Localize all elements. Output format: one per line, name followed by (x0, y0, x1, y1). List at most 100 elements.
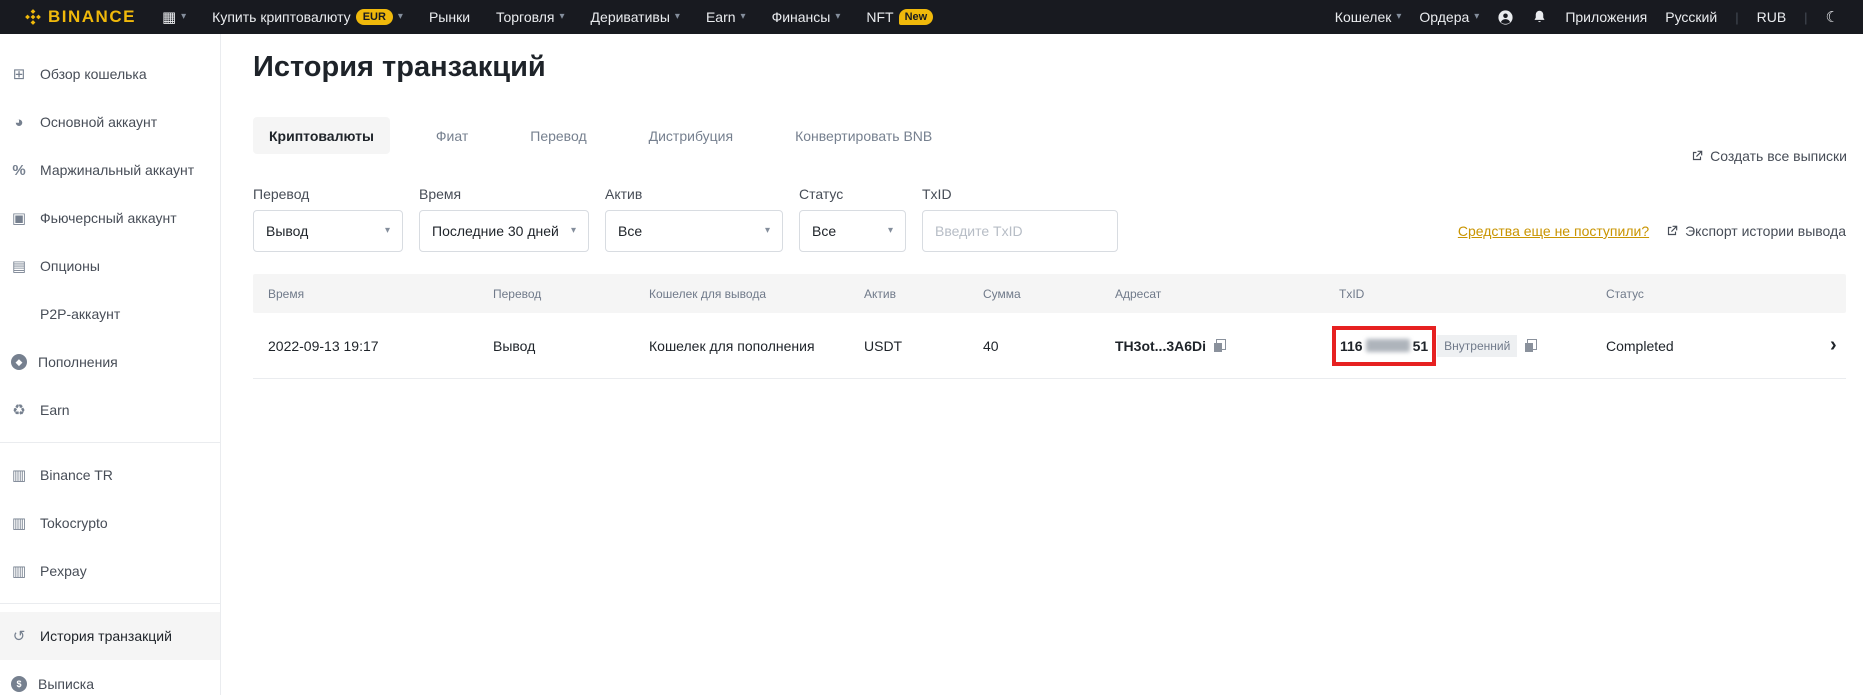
transfer-filter-dropdown[interactable]: Вывод ▾ (253, 210, 403, 252)
row-transfer: Вывод (493, 338, 649, 354)
sidebar-item-label: Binance TR (40, 467, 113, 483)
sidebar-item-deposits[interactable]: ◆ Пополнения (0, 338, 220, 386)
sidebar-divider (0, 603, 220, 604)
sidebar-item-label: Фьючерсный аккаунт (40, 210, 177, 226)
asset-filter-dropdown[interactable]: Все ▾ (605, 210, 783, 252)
card-icon: ▥ (9, 562, 29, 580)
status-filter-label: Статус (799, 186, 906, 202)
export-withdraw-history-link[interactable]: Экспорт истории вывода (1665, 223, 1846, 239)
row-status: Completed (1606, 338, 1824, 354)
sidebar-item-binance-tr[interactable]: ▥ Binance TR (0, 451, 220, 499)
nav-apps[interactable]: Приложения (1565, 9, 1647, 25)
language-selector[interactable]: Русский (1665, 9, 1717, 25)
row-txid-cell: 116 51 Внутренний (1339, 326, 1606, 366)
history-tabs: Криптовалюты Фиат Перевод Дистрибуция Ко… (253, 117, 1846, 154)
sidebar-item-wallet-overview[interactable]: ⊞ Обзор кошелька (0, 50, 220, 98)
sidebar-item-tokocrypto[interactable]: ▥ Tokocrypto (0, 499, 220, 547)
col-header-time: Время (268, 287, 493, 301)
user-profile-icon[interactable] (1497, 9, 1514, 26)
caret-down-icon: ▾ (571, 226, 576, 236)
nav-markets[interactable]: Рынки (429, 9, 470, 25)
col-header-transfer: Перевод (493, 287, 649, 301)
create-all-statements-link[interactable]: Создать все выписки (1690, 148, 1847, 164)
sidebar-item-label: Пополнения (38, 354, 118, 370)
currency-label: RUB (1757, 9, 1787, 25)
row-amount: 40 (983, 338, 1115, 354)
futures-account-icon: ▣ (9, 209, 29, 227)
sidebar-item-earn[interactable]: ♻ Earn (0, 386, 220, 434)
caret-down-icon: ▾ (385, 226, 390, 236)
tab-transfer[interactable]: Перевод (514, 117, 602, 154)
copy-address-icon[interactable] (1214, 339, 1226, 352)
card-icon: ▥ (9, 514, 29, 532)
nav-buy-crypto[interactable]: Купить криптовалюту EUR ▾ (212, 9, 403, 25)
notifications-bell-icon[interactable] (1532, 9, 1547, 25)
row-time: 2022-09-13 19:17 (268, 338, 493, 354)
time-filter-dropdown[interactable]: Последние 30 дней ▾ (419, 210, 589, 252)
nav-markets-label: Рынки (429, 9, 470, 25)
status-filter-dropdown[interactable]: Все ▾ (799, 210, 906, 252)
page-title: История транзакций (253, 48, 1846, 86)
row-address: TH3ot...3A6Di (1115, 338, 1206, 354)
nav-derivatives[interactable]: Деривативы ▾ (591, 9, 680, 25)
main-account-icon: ◕ (9, 114, 29, 131)
nav-orders-menu[interactable]: Ордера ▾ (1419, 9, 1479, 25)
nav-trade[interactable]: Торговля ▾ (496, 9, 565, 25)
txid-start: 116 (1340, 338, 1363, 354)
binance-logo[interactable]: BINANCE (24, 7, 136, 27)
nav-earn[interactable]: Earn ▾ (706, 9, 746, 25)
tab-convert-bnb[interactable]: Конвертировать BNB (779, 117, 948, 154)
sidebar-item-label: Earn (40, 402, 70, 418)
sidebar-item-options[interactable]: ▤ Опционы (0, 242, 220, 290)
nav-wallet-menu[interactable]: Кошелек ▾ (1335, 9, 1402, 25)
time-filter-label: Время (419, 186, 589, 202)
sidebar-item-label: Основной аккаунт (40, 114, 157, 130)
external-link-icon (1690, 149, 1704, 163)
apps-grid-menu[interactable]: ▦ ▾ (162, 10, 186, 25)
sidebar-item-transaction-history[interactable]: ↺ История транзакций (0, 612, 220, 660)
internal-transfer-tag: Внутренний (1437, 335, 1517, 357)
sidebar-item-futures-account[interactable]: ▣ Фьючерсный аккаунт (0, 194, 220, 242)
sidebar-item-p2p-account[interactable]: P2P-аккаунт (0, 290, 220, 338)
tab-distribution[interactable]: Дистрибуция (633, 117, 749, 154)
table-row[interactable]: 2022-09-13 19:17 Вывод Кошелек для попол… (253, 313, 1846, 379)
create-all-statements-label: Создать все выписки (1710, 148, 1847, 164)
binance-logo-text: BINANCE (48, 7, 136, 27)
card-icon: ▥ (9, 466, 29, 484)
nav-nft[interactable]: NFT New (866, 9, 933, 25)
nav-derivatives-label: Деривативы (591, 9, 670, 25)
funds-not-arrived-link[interactable]: Средства еще не поступили? (1458, 223, 1649, 239)
currency-selector[interactable]: RUB (1757, 9, 1787, 25)
copy-txid-icon[interactable] (1525, 339, 1537, 352)
binance-diamond-icon (24, 8, 42, 26)
caret-down-icon: ▾ (741, 12, 746, 22)
history-icon: ↺ (9, 627, 29, 645)
nav-nft-label: NFT (866, 9, 893, 25)
nav-finance[interactable]: Финансы ▾ (772, 9, 841, 25)
sidebar-item-main-account[interactable]: ◕ Основной аккаунт (0, 98, 220, 146)
status-filter-value: Все (812, 223, 836, 239)
sidebar-item-label: Выписка (38, 676, 94, 692)
theme-moon-icon[interactable]: ☾ (1826, 8, 1839, 26)
caret-down-icon: ▾ (675, 12, 680, 22)
col-header-txid: TxID (1339, 287, 1606, 301)
row-details-chevron-icon[interactable]: › (1824, 334, 1846, 357)
txid-input[interactable] (922, 210, 1118, 252)
tab-fiat[interactable]: Фиат (420, 117, 484, 154)
sidebar-item-label: История транзакций (40, 628, 172, 644)
main-content: История транзакций Создать все выписки К… (221, 48, 1863, 379)
new-badge: New (899, 9, 934, 25)
transactions-table: Время Перевод Кошелек для вывода Актив С… (253, 274, 1846, 379)
statement-icon: $ (11, 676, 27, 692)
col-header-withdrawal-wallet: Кошелек для вывода (649, 287, 864, 301)
export-withdraw-history-label: Экспорт истории вывода (1685, 223, 1846, 239)
sidebar-item-statement[interactable]: $ Выписка (0, 660, 220, 695)
tab-crypto[interactable]: Криптовалюты (253, 117, 390, 154)
deposits-icon: ◆ (11, 354, 27, 370)
sidebar-item-pexpay[interactable]: ▥ Pexpay (0, 547, 220, 595)
sidebar-item-margin-account[interactable]: % Маржинальный аккаунт (0, 146, 220, 194)
options-icon: ▤ (9, 257, 29, 275)
asset-filter-label: Актив (605, 186, 783, 202)
col-header-status: Статус (1606, 287, 1824, 301)
language-label: Русский (1665, 9, 1717, 25)
